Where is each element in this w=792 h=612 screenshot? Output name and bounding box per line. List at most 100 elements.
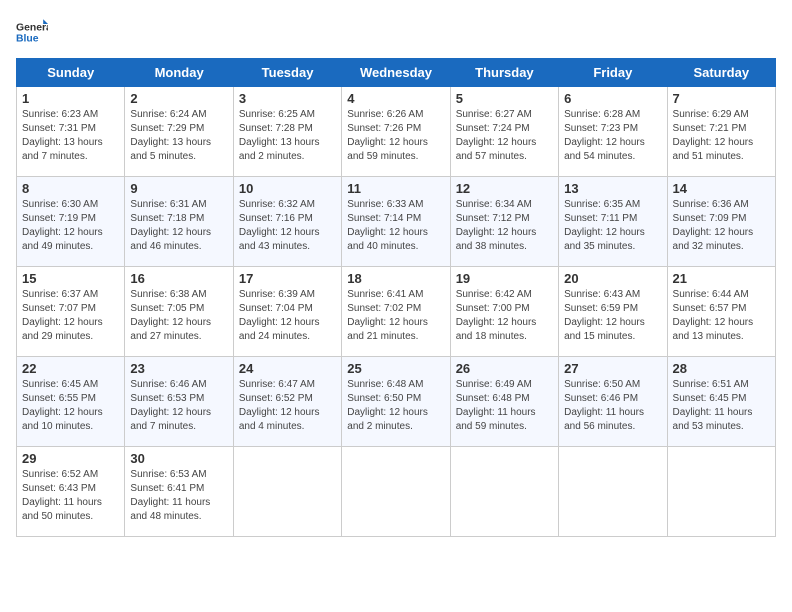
calendar-cell: 18 Sunrise: 6:41 AMSunset: 7:02 PMDayligh… xyxy=(342,267,450,357)
calendar-cell: 1 Sunrise: 6:23 AMSunset: 7:31 PMDaylight… xyxy=(17,87,125,177)
calendar-cell: 2 Sunrise: 6:24 AMSunset: 7:29 PMDaylight… xyxy=(125,87,233,177)
day-number: 10 xyxy=(239,181,336,196)
day-info: Sunrise: 6:50 AMSunset: 6:46 PMDaylight:… xyxy=(564,378,661,434)
calendar-cell: 5 Sunrise: 6:27 AMSunset: 7:24 PMDaylight… xyxy=(450,87,558,177)
day-info: Sunrise: 6:44 AMSunset: 6:57 PMDaylight:… xyxy=(673,288,770,344)
calendar-cell xyxy=(559,447,667,537)
calendar-week-3: 15 Sunrise: 6:37 AMSunset: 7:07 PMDayligh… xyxy=(17,267,776,357)
calendar-cell xyxy=(233,447,341,537)
day-number: 2 xyxy=(130,91,227,106)
day-number: 7 xyxy=(673,91,770,106)
calendar-cell: 29 Sunrise: 6:52 AMSunset: 6:43 PMDayligh… xyxy=(17,447,125,537)
calendar-cell: 17 Sunrise: 6:39 AMSunset: 7:04 PMDayligh… xyxy=(233,267,341,357)
day-number: 21 xyxy=(673,271,770,286)
calendar-cell: 30 Sunrise: 6:53 AMSunset: 6:41 PMDayligh… xyxy=(125,447,233,537)
calendar-cell: 3 Sunrise: 6:25 AMSunset: 7:28 PMDaylight… xyxy=(233,87,341,177)
day-number: 17 xyxy=(239,271,336,286)
day-number: 1 xyxy=(22,91,119,106)
svg-text:Blue: Blue xyxy=(16,34,39,45)
day-info: Sunrise: 6:37 AMSunset: 7:07 PMDaylight:… xyxy=(22,288,119,344)
day-info: Sunrise: 6:23 AMSunset: 7:31 PMDaylight:… xyxy=(22,108,119,164)
column-header-sunday: Sunday xyxy=(17,59,125,87)
calendar-cell xyxy=(667,447,775,537)
day-number: 14 xyxy=(673,181,770,196)
calendar-week-5: 29 Sunrise: 6:52 AMSunset: 6:43 PMDayligh… xyxy=(17,447,776,537)
calendar-cell: 28 Sunrise: 6:51 AMSunset: 6:45 PMDayligh… xyxy=(667,357,775,447)
day-info: Sunrise: 6:48 AMSunset: 6:50 PMDaylight:… xyxy=(347,378,444,434)
day-info: Sunrise: 6:31 AMSunset: 7:18 PMDaylight:… xyxy=(130,198,227,254)
day-info: Sunrise: 6:29 AMSunset: 7:21 PMDaylight:… xyxy=(673,108,770,164)
day-number: 20 xyxy=(564,271,661,286)
day-number: 23 xyxy=(130,361,227,376)
day-info: Sunrise: 6:28 AMSunset: 7:23 PMDaylight:… xyxy=(564,108,661,164)
day-info: Sunrise: 6:26 AMSunset: 7:26 PMDaylight:… xyxy=(347,108,444,164)
day-number: 18 xyxy=(347,271,444,286)
day-info: Sunrise: 6:32 AMSunset: 7:16 PMDaylight:… xyxy=(239,198,336,254)
calendar-cell: 26Sunrise: 6:49 AMSunset: 6:48 PMDayligh… xyxy=(450,357,558,447)
day-number: 3 xyxy=(239,91,336,106)
calendar-cell: 19Sunrise: 6:42 AMSunset: 7:00 PMDayligh… xyxy=(450,267,558,357)
column-header-wednesday: Wednesday xyxy=(342,59,450,87)
day-info: Sunrise: 6:25 AMSunset: 7:28 PMDaylight:… xyxy=(239,108,336,164)
calendar-cell: 4 Sunrise: 6:26 AMSunset: 7:26 PMDaylight… xyxy=(342,87,450,177)
calendar-cell: 20 Sunrise: 6:43 AMSunset: 6:59 PMDayligh… xyxy=(559,267,667,357)
day-number: 13 xyxy=(564,181,661,196)
day-number: 29 xyxy=(22,451,119,466)
calendar-cell: 25 Sunrise: 6:48 AMSunset: 6:50 PMDayligh… xyxy=(342,357,450,447)
column-header-tuesday: Tuesday xyxy=(233,59,341,87)
logo-icon: General Blue xyxy=(16,16,48,48)
calendar-week-2: 8Sunrise: 6:30 AMSunset: 7:19 PMDaylight… xyxy=(17,177,776,267)
calendar-cell: 27 Sunrise: 6:50 AMSunset: 6:46 PMDayligh… xyxy=(559,357,667,447)
day-number: 9 xyxy=(130,181,227,196)
day-number: 22 xyxy=(22,361,119,376)
calendar-cell: 14 Sunrise: 6:36 AMSunset: 7:09 PMDayligh… xyxy=(667,177,775,267)
day-info: Sunrise: 6:34 AMSunset: 7:12 PMDaylight:… xyxy=(456,198,553,254)
day-number: 11 xyxy=(347,181,444,196)
day-number: 19 xyxy=(456,271,553,286)
day-number: 6 xyxy=(564,91,661,106)
calendar-cell xyxy=(342,447,450,537)
day-info: Sunrise: 6:36 AMSunset: 7:09 PMDaylight:… xyxy=(673,198,770,254)
calendar-cell: 15 Sunrise: 6:37 AMSunset: 7:07 PMDayligh… xyxy=(17,267,125,357)
day-number: 5 xyxy=(456,91,553,106)
day-info: Sunrise: 6:39 AMSunset: 7:04 PMDaylight:… xyxy=(239,288,336,344)
day-number: 28 xyxy=(673,361,770,376)
calendar-cell: 6 Sunrise: 6:28 AMSunset: 7:23 PMDaylight… xyxy=(559,87,667,177)
day-number: 4 xyxy=(347,91,444,106)
day-number: 16 xyxy=(130,271,227,286)
column-header-monday: Monday xyxy=(125,59,233,87)
calendar-header-row: SundayMondayTuesdayWednesdayThursdayFrid… xyxy=(17,59,776,87)
calendar-cell: 13 Sunrise: 6:35 AMSunset: 7:11 PMDayligh… xyxy=(559,177,667,267)
column-header-saturday: Saturday xyxy=(667,59,775,87)
day-info: Sunrise: 6:53 AMSunset: 6:41 PMDaylight:… xyxy=(130,468,227,524)
day-info: Sunrise: 6:47 AMSunset: 6:52 PMDaylight:… xyxy=(239,378,336,434)
day-number: 30 xyxy=(130,451,227,466)
calendar-cell: 12 Sunrise: 6:34 AMSunset: 7:12 PMDayligh… xyxy=(450,177,558,267)
day-number: 25 xyxy=(347,361,444,376)
calendar: SundayMondayTuesdayWednesdayThursdayFrid… xyxy=(16,58,776,537)
calendar-cell: 10 Sunrise: 6:32 AMSunset: 7:16 PMDayligh… xyxy=(233,177,341,267)
day-info: Sunrise: 6:45 AMSunset: 6:55 PMDaylight:… xyxy=(22,378,119,434)
calendar-cell: 9 Sunrise: 6:31 AMSunset: 7:18 PMDaylight… xyxy=(125,177,233,267)
calendar-week-1: 1 Sunrise: 6:23 AMSunset: 7:31 PMDaylight… xyxy=(17,87,776,177)
calendar-cell: 7 Sunrise: 6:29 AMSunset: 7:21 PMDaylight… xyxy=(667,87,775,177)
day-number: 12 xyxy=(456,181,553,196)
day-info: Sunrise: 6:30 AMSunset: 7:19 PMDaylight:… xyxy=(22,198,119,254)
column-header-thursday: Thursday xyxy=(450,59,558,87)
calendar-week-4: 22 Sunrise: 6:45 AMSunset: 6:55 PMDayligh… xyxy=(17,357,776,447)
column-header-friday: Friday xyxy=(559,59,667,87)
day-info: Sunrise: 6:27 AMSunset: 7:24 PMDaylight:… xyxy=(456,108,553,164)
calendar-cell: 21 Sunrise: 6:44 AMSunset: 6:57 PMDayligh… xyxy=(667,267,775,357)
day-info: Sunrise: 6:49 AMSunset: 6:48 PMDaylight:… xyxy=(456,378,553,434)
day-number: 27 xyxy=(564,361,661,376)
calendar-cell: 22 Sunrise: 6:45 AMSunset: 6:55 PMDayligh… xyxy=(17,357,125,447)
day-info: Sunrise: 6:51 AMSunset: 6:45 PMDaylight:… xyxy=(673,378,770,434)
day-info: Sunrise: 6:24 AMSunset: 7:29 PMDaylight:… xyxy=(130,108,227,164)
day-info: Sunrise: 6:43 AMSunset: 6:59 PMDaylight:… xyxy=(564,288,661,344)
day-info: Sunrise: 6:46 AMSunset: 6:53 PMDaylight:… xyxy=(130,378,227,434)
day-number: 24 xyxy=(239,361,336,376)
day-number: 15 xyxy=(22,271,119,286)
day-info: Sunrise: 6:41 AMSunset: 7:02 PMDaylight:… xyxy=(347,288,444,344)
day-info: Sunrise: 6:52 AMSunset: 6:43 PMDaylight:… xyxy=(22,468,119,524)
day-info: Sunrise: 6:35 AMSunset: 7:11 PMDaylight:… xyxy=(564,198,661,254)
